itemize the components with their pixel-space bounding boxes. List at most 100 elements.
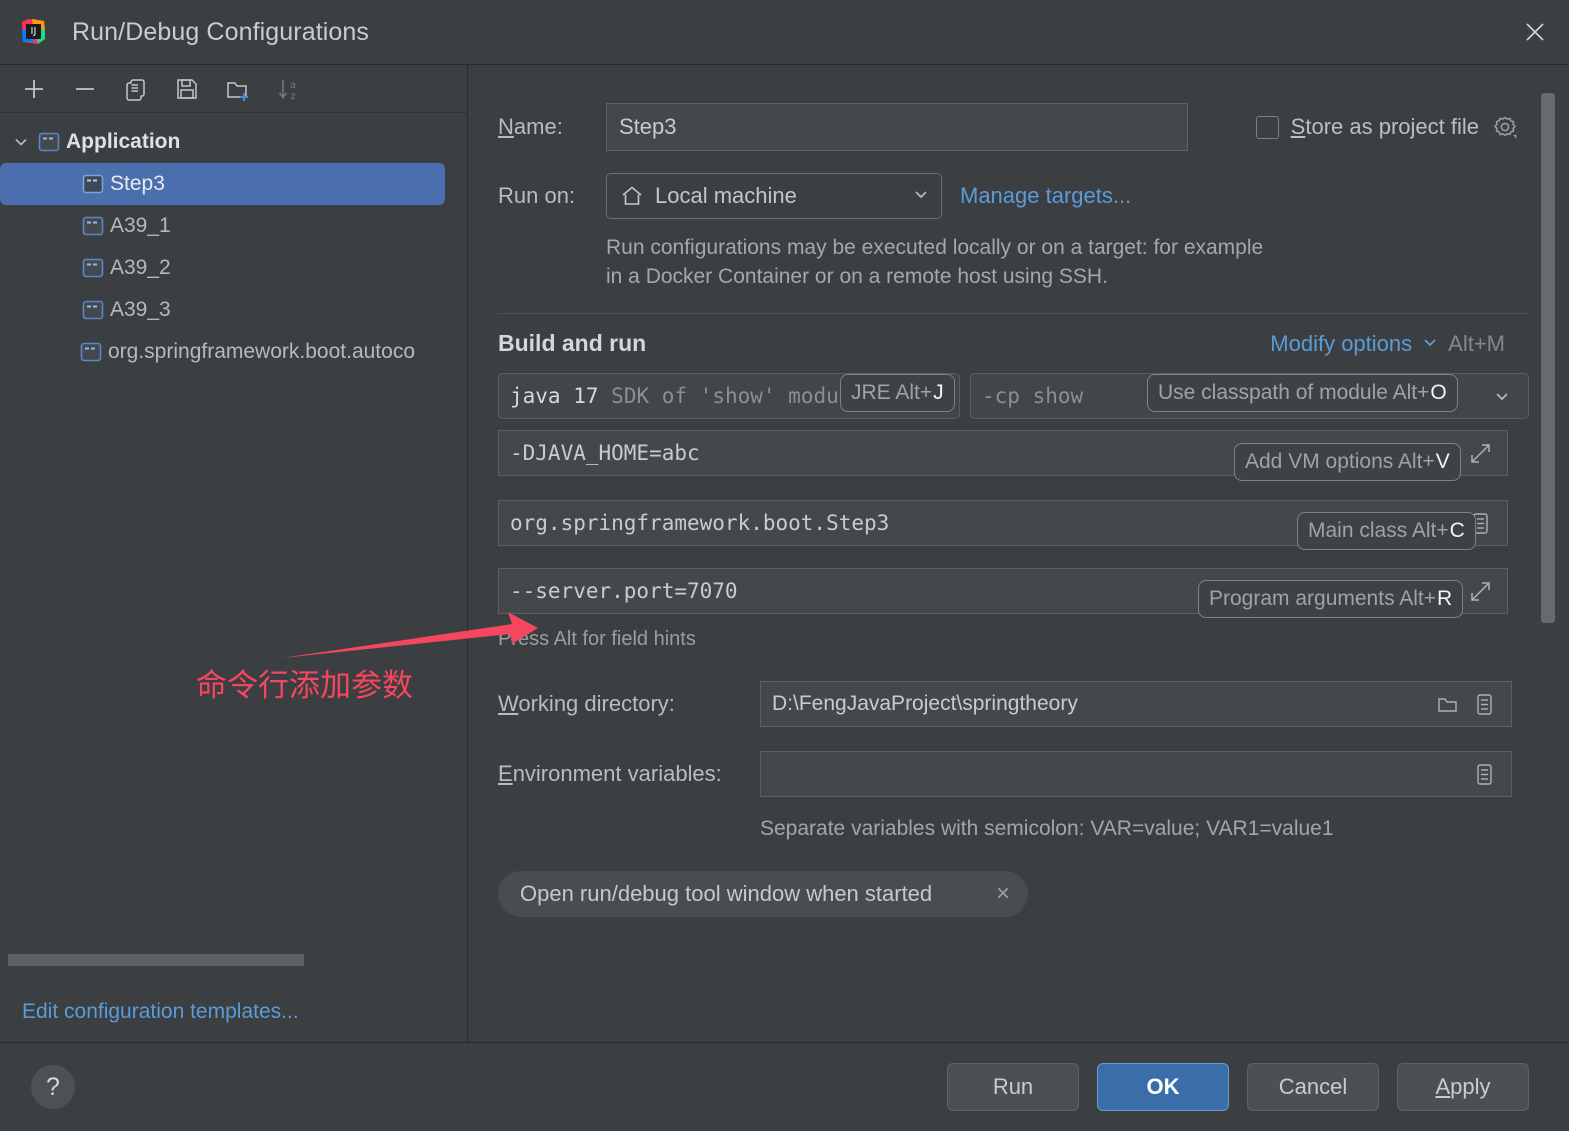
program-arguments-value: --server.port=7070 <box>510 579 738 603</box>
build-and-run-title: Build and run <box>498 330 647 356</box>
run-on-description: Run configurations may be executed local… <box>606 236 1264 288</box>
expand-icon[interactable] <box>1468 579 1493 604</box>
modify-options-group: Modify options Alt+M <box>1270 331 1529 357</box>
store-as-project-file-group: Store as project file <box>1255 113 1529 141</box>
chevron-down-icon[interactable] <box>1421 333 1439 356</box>
working-directory-row: Working directory: D:\FengJavaProject\sp… <box>498 681 1529 727</box>
home-icon <box>622 186 642 205</box>
application-config-icon <box>38 132 60 152</box>
new-folder-button[interactable] <box>212 69 263 109</box>
application-config-icon <box>82 258 104 278</box>
dialog-buttons: Run OK Cancel Apply <box>947 1063 1529 1111</box>
save-configuration-button[interactable] <box>161 69 212 109</box>
lines-list-icon[interactable] <box>1472 762 1497 787</box>
dialog-body: a z Application Step3 A39_1 A39_2 A39_3 … <box>0 65 1569 1043</box>
open-run-debug-toolwindow-chip[interactable]: Open run/debug tool window when started … <box>498 871 1028 917</box>
tree-item-label: Application <box>66 130 181 153</box>
chevron-down-icon[interactable] <box>8 129 34 155</box>
name-row: Name: Store as project file <box>498 103 1529 151</box>
store-as-project-file-label[interactable]: Store as project file <box>1291 114 1479 140</box>
working-directory-field-actions <box>1435 692 1511 717</box>
run-on-value: Local machine <box>655 183 797 208</box>
tree-item-org-springframework[interactable]: org.springframework.boot.autoco <box>0 331 445 373</box>
add-configuration-button[interactable] <box>8 69 59 109</box>
sidebar-toolbar: a z <box>0 65 467 113</box>
dialog-title-bar: IJ Run/Debug Configurations <box>0 0 1569 65</box>
configurations-tree[interactable]: Application Step3 A39_1 A39_2 A39_3 org.… <box>0 113 467 982</box>
sort-az-button[interactable]: a z <box>263 69 314 109</box>
section-divider <box>498 313 1529 314</box>
jre-value: java 17 SDK of 'show' module <box>510 384 865 408</box>
environment-variables-row: Environment variables: <box>498 751 1529 797</box>
vm-options-hint-badge: Add VM options Alt+ V <box>1234 443 1461 481</box>
vm-options-value: -DJAVA_HOME=abc <box>510 441 700 465</box>
main-class-hint-badge: Main class Alt+ C <box>1297 512 1476 550</box>
tree-item-a39-1[interactable]: A39_1 <box>0 205 445 247</box>
configurations-sidebar: a z Application Step3 A39_1 A39_2 A39_3 … <box>0 65 468 1042</box>
chip-label: Open run/debug tool window when started <box>520 881 933 906</box>
application-config-icon <box>80 342 102 362</box>
configuration-editor-scroll: Name: Store as project file Run o <box>468 65 1569 1042</box>
help-button[interactable]: ? <box>31 1065 75 1109</box>
working-directory-field[interactable]: D:\FengJavaProject\springtheory <box>760 681 1512 727</box>
name-label: Name: <box>498 114 563 139</box>
tree-item-a39-3[interactable]: A39_3 <box>0 289 445 331</box>
tree-item-application[interactable]: Application <box>0 121 445 163</box>
svg-text:z: z <box>290 91 295 102</box>
classpath-module-hint-badge: Use classpath of module Alt+ O <box>1147 374 1458 412</box>
environment-variables-field-actions <box>1472 762 1511 787</box>
program-arguments-hint-badge: Program arguments Alt+ R <box>1198 580 1464 618</box>
application-config-icon <box>82 174 104 194</box>
run-on-row: Run on: Local machine Manage targets... <box>498 173 1529 219</box>
gear-icon[interactable] <box>1491 113 1519 141</box>
apply-button[interactable]: Apply <box>1397 1063 1529 1111</box>
manage-targets-link[interactable]: Manage targets... <box>960 183 1131 209</box>
folder-icon[interactable] <box>1435 692 1460 717</box>
environment-variables-label: Environment variables: <box>498 761 722 786</box>
sidebar-horizontal-scrollbar[interactable] <box>8 954 304 966</box>
tree-item-a39-2[interactable]: A39_2 <box>0 247 445 289</box>
lines-list-icon[interactable] <box>1472 692 1497 717</box>
run-button[interactable]: Run <box>947 1063 1079 1111</box>
working-directory-label: Working directory: <box>498 691 675 716</box>
jre-hint-badge: JRE Alt+ J <box>840 374 955 412</box>
main-class-value: org.springframework.boot.Step3 <box>510 511 890 535</box>
close-icon[interactable] <box>1515 12 1555 52</box>
configuration-editor-panel: Name: Store as project file Run o <box>468 65 1569 1042</box>
chevron-down-icon <box>911 184 931 209</box>
environment-variables-field[interactable] <box>760 751 1512 797</box>
close-icon[interactable]: × <box>996 882 1010 906</box>
svg-text:IJ: IJ <box>31 26 37 37</box>
working-directory-value: D:\FengJavaProject\springtheory <box>772 692 1078 715</box>
templates-link-container: Edit configuration templates... <box>0 982 467 1042</box>
run-on-dropdown[interactable]: Local machine <box>606 173 942 219</box>
edit-configuration-templates-link[interactable]: Edit configuration templates... <box>22 1000 299 1024</box>
editor-vertical-scrollbar[interactable] <box>1541 93 1555 623</box>
store-as-project-file-checkbox[interactable] <box>1255 115 1279 139</box>
tree-item-label: A39_3 <box>110 298 171 321</box>
remove-configuration-button[interactable] <box>59 69 110 109</box>
svg-text:a: a <box>289 80 295 91</box>
tree-item-label: Step3 <box>110 172 165 195</box>
page-title: Run/Debug Configurations <box>72 17 370 46</box>
copy-configuration-button[interactable] <box>110 69 161 109</box>
tree-item-step3[interactable]: Step3 <box>0 163 445 205</box>
modify-options-link[interactable]: Modify options <box>1270 331 1412 357</box>
annotation-text: 命令行添加参数 <box>196 668 413 704</box>
classpath-value: -cp show <box>982 384 1084 408</box>
build-and-run-header: Build and run Modify options Alt+M <box>498 330 1529 357</box>
cancel-button[interactable]: Cancel <box>1247 1063 1379 1111</box>
application-config-icon <box>82 300 104 320</box>
tree-item-label: A39_1 <box>110 214 171 237</box>
expand-icon[interactable] <box>1468 441 1493 466</box>
modify-options-shortcut: Alt+M <box>1448 331 1505 356</box>
chevron-down-icon <box>1492 386 1528 406</box>
ok-button[interactable]: OK <box>1097 1063 1229 1111</box>
run-on-label: Run on: <box>498 183 576 208</box>
environment-variables-hint: Separate variables with semicolon: VAR=v… <box>760 817 1334 840</box>
name-input[interactable] <box>606 103 1188 151</box>
run-debug-configurations-dialog: IJ Run/Debug Configurations a z Applicat… <box>0 0 1569 1131</box>
intellij-idea-logo-icon: IJ <box>18 17 48 47</box>
application-config-icon <box>82 216 104 236</box>
tree-item-label: org.springframework.boot.autoco <box>108 340 415 363</box>
